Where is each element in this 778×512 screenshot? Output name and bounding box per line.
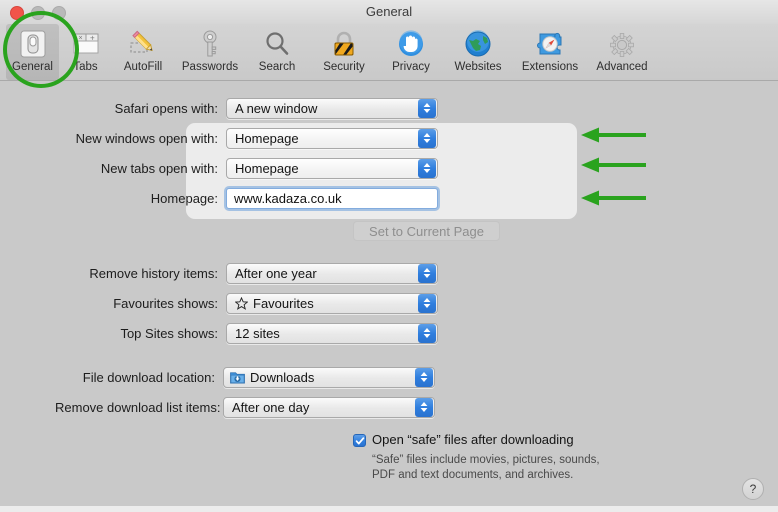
toolbar-item-general[interactable]: General [6, 24, 59, 80]
label-safari-opens-with: Safari opens with: [114, 100, 218, 116]
annotation-arrow-homepage [581, 190, 646, 206]
toolbar-item-search[interactable]: Search [246, 24, 308, 80]
extensions-puzzle-icon [535, 27, 565, 60]
toolbar-item-websites[interactable]: Websites [442, 24, 514, 80]
label-new-tabs-open-with: New tabs open with: [100, 160, 218, 176]
toolbar-label-advanced: Advanced [596, 61, 648, 73]
passwords-key-icon [195, 27, 225, 60]
tabs-icon: × + [71, 27, 101, 60]
row-new-tabs-open-with: New tabs open with: Homepage [58, 157, 438, 179]
popup-remove-download-list-items[interactable]: After one day [223, 396, 435, 418]
advanced-gear-icon [607, 27, 637, 60]
privacy-hand-icon [396, 27, 426, 60]
row-favourites-shows: Favourites shows: Favourites [58, 292, 438, 314]
downloads-folder-icon [230, 370, 245, 384]
toolbar-item-autofill[interactable]: AutoFill [112, 24, 174, 80]
set-to-current-page-button[interactable]: Set to Current Page [353, 221, 500, 241]
row-top-sites-shows: Top Sites shows: 12 sites [58, 322, 438, 344]
preferences-content: Safari opens with: A new window New wind… [0, 81, 778, 512]
value-remove-download-list-items: After one day [232, 399, 310, 415]
security-lock-icon [329, 27, 359, 60]
toolbar-label-tabs: Tabs [73, 61, 98, 73]
toolbar-label-extensions: Extensions [521, 61, 579, 73]
popup-favourites-shows[interactable]: Favourites [226, 292, 438, 314]
annotation-arrow-new-windows [581, 127, 646, 143]
popup-remove-history-items[interactable]: After one year [226, 262, 438, 284]
toolbar-label-privacy: Privacy [392, 61, 430, 73]
toolbar-item-security[interactable]: Security [308, 24, 380, 80]
stepper-icon[interactable] [418, 98, 436, 118]
value-safari-opens-with: A new window [235, 100, 318, 116]
row-new-windows-open-with: New windows open with: Homepage [58, 127, 438, 149]
stepper-icon[interactable] [418, 263, 436, 283]
row-homepage: Homepage: www.kadaza.co.uk [58, 185, 440, 211]
value-favourites-shows: Favourites [253, 295, 314, 311]
value-file-download-location: Downloads [250, 369, 315, 385]
toolbar-label-general: General [12, 61, 53, 73]
preferences-window: General General × + Tabs AutoFill Passwo… [0, 0, 778, 512]
open-safe-files-checkbox-row[interactable]: Open “safe” files after downloading [353, 432, 574, 447]
stepper-icon[interactable] [418, 323, 436, 343]
row-remove-download-list-items: Remove download list items: After one da… [55, 396, 435, 418]
stepper-icon[interactable] [415, 367, 433, 387]
row-safari-opens-with: Safari opens with: A new window [58, 97, 438, 119]
toolbar-label-passwords: Passwords [181, 61, 239, 73]
stepper-icon[interactable] [418, 128, 436, 148]
popup-new-windows-open-with[interactable]: Homepage [226, 127, 438, 149]
stepper-icon[interactable] [415, 397, 433, 417]
toolbar-item-tabs[interactable]: × + Tabs [59, 24, 112, 80]
popup-top-sites-shows[interactable]: 12 sites [226, 322, 438, 344]
popup-safari-opens-with[interactable]: A new window [226, 97, 438, 119]
open-safe-files-note: “Safe” files include movies, pictures, s… [372, 454, 600, 481]
toolbar-item-advanced[interactable]: Advanced [586, 24, 658, 80]
popup-new-tabs-open-with[interactable]: Homepage [226, 157, 438, 179]
toolbar-label-autofill: AutoFill [123, 61, 163, 73]
open-safe-files-checkbox[interactable] [353, 434, 366, 447]
toolbar-label-security: Security [323, 61, 365, 73]
autofill-pencil-icon [128, 27, 158, 60]
help-question-icon: ? [749, 482, 757, 496]
stepper-icon[interactable] [418, 293, 436, 313]
toolbar-item-extensions[interactable]: Extensions [514, 24, 586, 80]
websites-globe-icon [463, 27, 493, 60]
window-title: General [365, 4, 413, 19]
search-magnifier-icon [262, 27, 292, 60]
popup-file-download-location[interactable]: Downloads [223, 366, 435, 388]
label-file-download-location: File download location: [82, 369, 215, 385]
title-bar: General [0, 0, 778, 25]
stepper-icon[interactable] [418, 158, 436, 178]
value-new-windows-open-with: Homepage [235, 130, 299, 146]
window-bottom-strip [0, 506, 778, 512]
toolbar-item-privacy[interactable]: Privacy [380, 24, 442, 80]
label-top-sites-shows: Top Sites shows: [120, 325, 218, 341]
help-button[interactable]: ? [742, 478, 764, 500]
value-remove-history-items: After one year [235, 265, 317, 281]
label-remove-download-list-items: Remove download list items: [55, 399, 221, 415]
value-new-tabs-open-with: Homepage [235, 160, 299, 176]
homepage-input[interactable]: www.kadaza.co.uk [224, 185, 440, 211]
toolbar-label-search: Search [258, 61, 296, 73]
label-favourites-shows: Favourites shows: [113, 295, 218, 311]
open-safe-files-label: Open “safe” files after downloading [372, 432, 574, 447]
star-icon [235, 296, 248, 310]
label-homepage: Homepage: [150, 190, 218, 206]
annotation-arrow-new-tabs [581, 157, 646, 173]
value-top-sites-shows: 12 sites [235, 325, 280, 341]
general-switch-icon [18, 27, 48, 60]
row-remove-history-items: Remove history items: After one year [58, 262, 438, 284]
label-remove-history-items: Remove history items: [89, 265, 218, 281]
toolbar-label-websites: Websites [454, 61, 502, 73]
row-file-download-location: File download location: Downloads [55, 366, 435, 388]
label-new-windows-open-with: New windows open with: [75, 130, 218, 146]
preferences-toolbar: General × + Tabs AutoFill Passwords Sear… [0, 24, 778, 81]
toolbar-item-passwords[interactable]: Passwords [174, 24, 246, 80]
